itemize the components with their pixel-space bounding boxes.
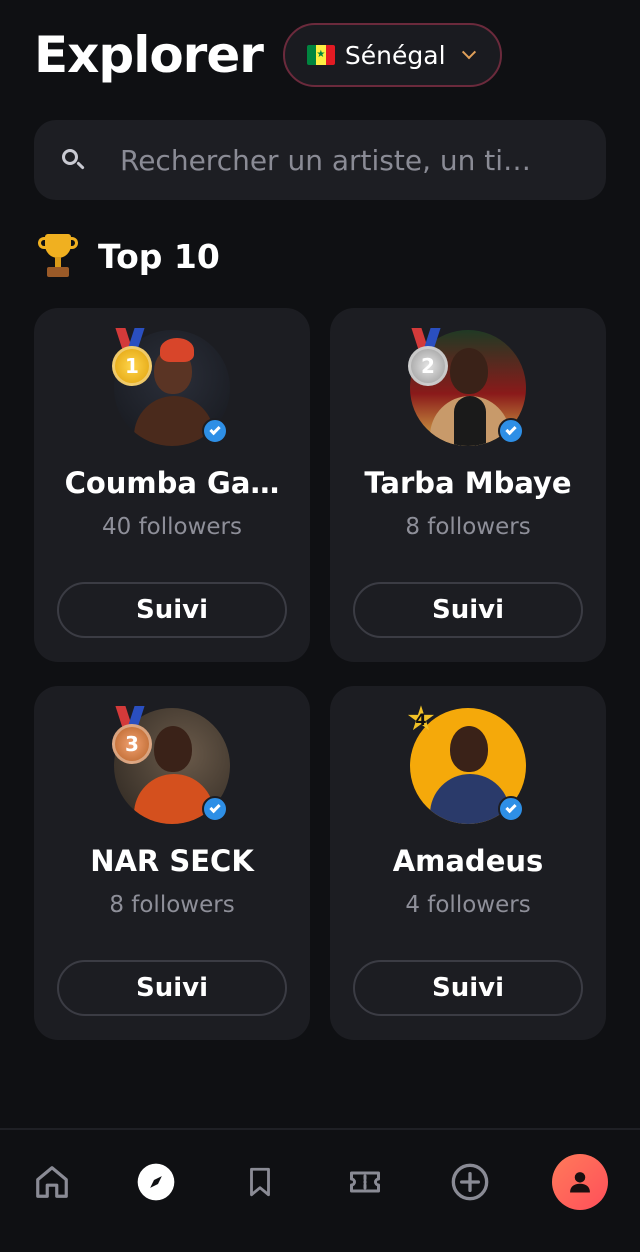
profile-button[interactable]	[550, 1152, 610, 1212]
artist-name: Coumba Ga…	[64, 466, 280, 500]
artist-card[interactable]: ★ 4 Amadeus 4 followers Suivi	[330, 686, 606, 1040]
rank-star-icon: ★ 4	[405, 699, 437, 739]
silver-medal-icon: 2	[406, 328, 450, 388]
bottom-nav	[0, 1128, 640, 1252]
follower-count: 8 followers	[109, 892, 235, 918]
explore-screen: Explorer ★ Sénégal Top 10	[0, 0, 640, 1252]
country-selector[interactable]: ★ Sénégal	[282, 23, 502, 87]
country-label: Sénégal	[344, 40, 446, 70]
search-icon	[60, 147, 86, 173]
page-title: Explorer	[34, 26, 264, 84]
header: Explorer ★ Sénégal	[34, 20, 606, 90]
section-header: Top 10	[38, 228, 220, 284]
follower-count: 4 followers	[405, 892, 531, 918]
follower-count: 40 followers	[102, 514, 242, 540]
artist-name: Tarba Mbaye	[364, 466, 572, 500]
follow-button[interactable]: Suivi	[353, 582, 583, 638]
trophy-icon	[38, 231, 78, 281]
explore-compass-icon[interactable]	[126, 1152, 186, 1212]
verified-badge-icon	[202, 418, 228, 444]
home-icon[interactable]	[22, 1152, 82, 1212]
verified-badge-icon	[498, 796, 524, 822]
search-bar[interactable]	[34, 120, 606, 200]
follow-button[interactable]: Suivi	[353, 960, 583, 1016]
follow-button[interactable]: Suivi	[57, 582, 287, 638]
gold-medal-icon: 1	[110, 328, 154, 388]
verified-badge-icon	[202, 796, 228, 822]
section-title: Top 10	[98, 236, 220, 276]
chevron-down-icon	[461, 45, 476, 60]
follow-button[interactable]: Suivi	[57, 960, 287, 1016]
ticket-icon[interactable]	[335, 1152, 395, 1212]
add-circle-icon[interactable]	[440, 1152, 500, 1212]
artist-card[interactable]: 3 NAR SECK 8 followers Suivi	[34, 686, 310, 1040]
artist-card[interactable]: 1 Coumba Ga… 40 followers Suivi	[34, 308, 310, 662]
senegal-flag-icon: ★	[306, 45, 335, 65]
profile-icon	[552, 1154, 608, 1210]
verified-badge-icon	[498, 418, 524, 444]
bronze-medal-icon: 3	[110, 706, 154, 766]
artist-card[interactable]: 2 Tarba Mbaye 8 followers Suivi	[330, 308, 606, 662]
artist-name: Amadeus	[392, 844, 544, 878]
search-input[interactable]	[120, 135, 570, 185]
artist-name: NAR SECK	[90, 844, 254, 878]
follower-count: 8 followers	[405, 514, 531, 540]
bookmark-icon[interactable]	[230, 1152, 290, 1212]
